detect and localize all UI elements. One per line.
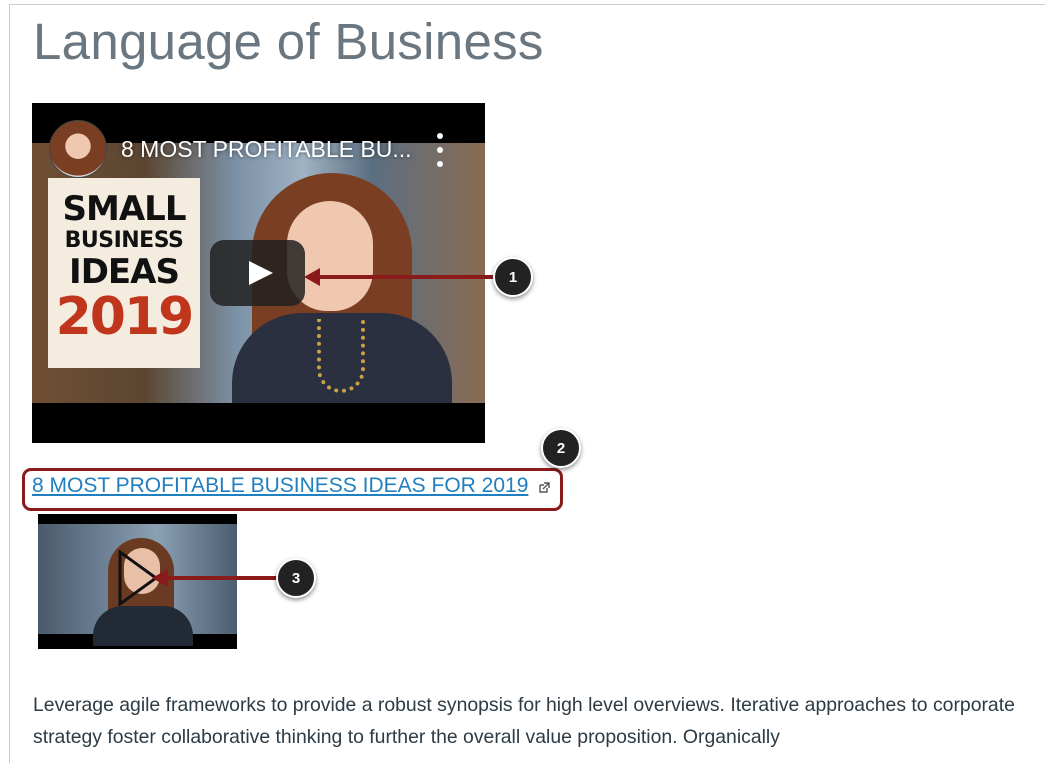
embedded-video-player[interactable]: SMALL BUSINESS IDEAS 2019 8 MOST PROFITA… <box>32 103 485 443</box>
play-button[interactable] <box>210 240 305 306</box>
callout-badge-3: 3 <box>276 558 316 598</box>
thumbnail-text-business: BUSINESS <box>64 228 184 253</box>
body-paragraph: Leverage agile frameworks to provide a r… <box>33 694 1015 748</box>
callout-arrow-1 <box>304 268 494 286</box>
kebab-menu-icon[interactable] <box>432 133 448 167</box>
external-link-icon <box>539 482 550 493</box>
callout-badge-2: 2 <box>541 428 581 468</box>
video-letterbox-bar <box>32 403 485 443</box>
video-link[interactable]: 8 MOST PROFITABLE BUSINESS IDEAS FOR 201… <box>32 474 528 498</box>
channel-avatar[interactable] <box>49 120 107 178</box>
callout-arrow-3 <box>152 569 278 587</box>
video-title[interactable]: 8 MOST PROFITABLE BU... <box>121 136 441 163</box>
thumbnail-text-ideas: IDEAS <box>69 252 180 292</box>
callout-badge-1: 1 <box>493 257 533 297</box>
thumbnail-text-small: SMALL <box>62 189 187 229</box>
thumbnail-title-card: SMALL BUSINESS IDEAS 2019 <box>48 178 200 368</box>
thumbnail-text-year: 2019 <box>55 287 195 347</box>
page-title: Language of Business <box>33 13 544 70</box>
video-preview-thumbnail[interactable] <box>38 514 237 649</box>
